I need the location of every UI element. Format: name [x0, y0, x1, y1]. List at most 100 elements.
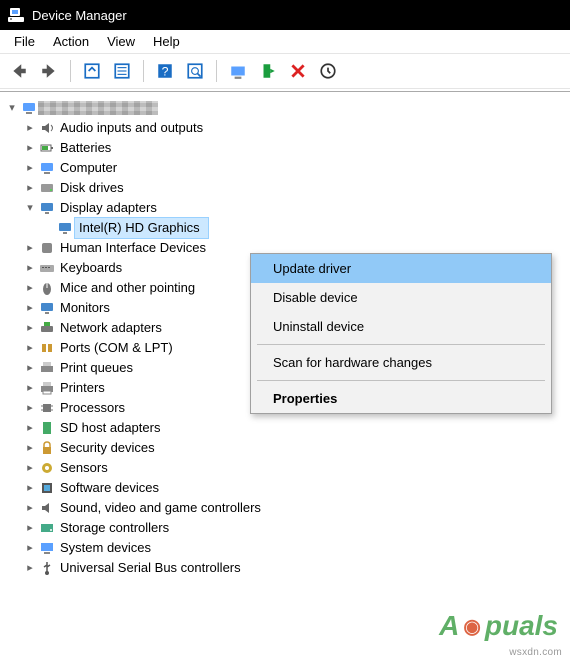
hid-icon	[38, 240, 56, 256]
tree-label-selected: Intel(R) HD Graphics	[74, 217, 209, 239]
expand-icon[interactable]: ▸	[22, 278, 38, 298]
battery-icon	[38, 140, 56, 156]
mouse-icon	[38, 280, 56, 296]
expand-icon[interactable]: ▸	[22, 318, 38, 338]
scan-button[interactable]	[182, 58, 208, 84]
expand-icon[interactable]: ▸	[22, 518, 38, 538]
sensor-icon	[38, 460, 56, 476]
tree-label: Sound, video and game controllers	[56, 498, 261, 518]
ctx-update-driver[interactable]: Update driver	[251, 254, 551, 283]
show-hidden-button[interactable]	[79, 58, 105, 84]
separator	[143, 60, 144, 82]
watermark: wsxdn.com	[509, 647, 562, 658]
forward-button[interactable]	[36, 58, 62, 84]
printer-icon	[38, 380, 56, 396]
titlebar: Device Manager	[0, 0, 570, 30]
tree-label: Storage controllers	[56, 518, 169, 538]
tree-item[interactable]: ▸ Batteries	[4, 138, 566, 158]
menu-file[interactable]: File	[6, 32, 43, 51]
menu-help[interactable]: Help	[145, 32, 188, 51]
update-driver-button[interactable]	[225, 58, 251, 84]
menu-view[interactable]: View	[99, 32, 143, 51]
scan-hardware-button[interactable]	[315, 58, 341, 84]
app-icon	[8, 7, 24, 23]
expand-icon[interactable]: ▸	[22, 118, 38, 138]
back-button[interactable]	[6, 58, 32, 84]
collapse-icon[interactable]: ▾	[4, 98, 20, 118]
tree-item[interactable]: ▸ SD host adapters	[4, 418, 566, 438]
tree-item[interactable]: ▸ Universal Serial Bus controllers	[4, 558, 566, 578]
computer-icon	[20, 100, 38, 116]
separator	[257, 380, 545, 381]
properties-button[interactable]	[109, 58, 135, 84]
expand-icon[interactable]: ▸	[22, 338, 38, 358]
tree-item[interactable]: ▸ Software devices	[4, 478, 566, 498]
tree-item-intel-graphics[interactable]: Intel(R) HD Graphics	[4, 218, 566, 238]
tree-item[interactable]: ▸ Storage controllers	[4, 518, 566, 538]
computer-name-redacted	[38, 101, 158, 115]
network-icon	[38, 320, 56, 336]
expand-icon[interactable]: ▸	[22, 138, 38, 158]
context-menu: Update driver Disable device Uninstall d…	[250, 253, 552, 414]
tree-label: System devices	[56, 538, 151, 558]
svg-text:?: ?	[162, 65, 169, 79]
expand-icon[interactable]: ▸	[22, 358, 38, 378]
tree-label: Human Interface Devices	[56, 238, 206, 258]
ctx-scan-hardware[interactable]: Scan for hardware changes	[251, 348, 551, 377]
tree-item-display-adapters[interactable]: ▾ Display adapters	[4, 198, 566, 218]
computer-icon	[38, 160, 56, 176]
expand-icon[interactable]: ▸	[22, 458, 38, 478]
expand-icon[interactable]: ▸	[22, 558, 38, 578]
expand-icon[interactable]: ▸	[22, 418, 38, 438]
tree-label: Ports (COM & LPT)	[56, 338, 173, 358]
help-button[interactable]: ?	[152, 58, 178, 84]
tree-label: Printers	[56, 378, 105, 398]
keyboard-icon	[38, 260, 56, 276]
tree-label: Network adapters	[56, 318, 162, 338]
monitor-icon	[38, 300, 56, 316]
tree-item[interactable]: ▸ Sensors	[4, 458, 566, 478]
expand-icon[interactable]: ▸	[22, 298, 38, 318]
tree-label: Processors	[56, 398, 125, 418]
expand-icon[interactable]: ▸	[22, 498, 38, 518]
collapse-icon[interactable]: ▾	[22, 198, 38, 218]
expand-icon[interactable]: ▸	[22, 438, 38, 458]
expand-icon[interactable]: ▸	[22, 378, 38, 398]
security-icon	[38, 440, 56, 456]
expand-icon[interactable]: ▸	[22, 478, 38, 498]
divider	[0, 91, 570, 92]
window-title: Device Manager	[32, 8, 127, 23]
menu-action[interactable]: Action	[45, 32, 97, 51]
tree-item[interactable]: ▸ Computer	[4, 158, 566, 178]
tree-label: Print queues	[56, 358, 133, 378]
tree-root[interactable]: ▾	[4, 98, 566, 118]
tree-label: Monitors	[56, 298, 110, 318]
enable-device-button[interactable]	[255, 58, 281, 84]
brand-dot-icon: ◉	[463, 614, 480, 639]
expand-icon[interactable]: ▸	[22, 258, 38, 278]
display-icon	[56, 220, 74, 236]
storage-icon	[38, 520, 56, 536]
expand-icon[interactable]: ▸	[22, 158, 38, 178]
uninstall-button[interactable]	[285, 58, 311, 84]
ctx-uninstall-device[interactable]: Uninstall device	[251, 312, 551, 341]
expand-icon[interactable]: ▸	[22, 398, 38, 418]
tree-item[interactable]: ▸ System devices	[4, 538, 566, 558]
tree-item[interactable]: ▸ Sound, video and game controllers	[4, 498, 566, 518]
brand-logo: A◉puals	[439, 610, 558, 642]
print-queue-icon	[38, 360, 56, 376]
ctx-properties[interactable]: Properties	[251, 384, 551, 413]
expand-icon[interactable]: ▸	[22, 238, 38, 258]
ctx-disable-device[interactable]: Disable device	[251, 283, 551, 312]
tree-label: Disk drives	[56, 178, 124, 198]
processor-icon	[38, 400, 56, 416]
tree-item[interactable]: ▸ Disk drives	[4, 178, 566, 198]
expand-icon[interactable]: ▸	[22, 538, 38, 558]
expand-icon[interactable]: ▸	[22, 178, 38, 198]
tree-item[interactable]: ▸ Security devices	[4, 438, 566, 458]
tree-item[interactable]: ▸ Audio inputs and outputs	[4, 118, 566, 138]
tree-label: Keyboards	[56, 258, 122, 278]
tree-label: Display adapters	[56, 198, 157, 218]
software-icon	[38, 480, 56, 496]
tree-label: Batteries	[56, 138, 111, 158]
